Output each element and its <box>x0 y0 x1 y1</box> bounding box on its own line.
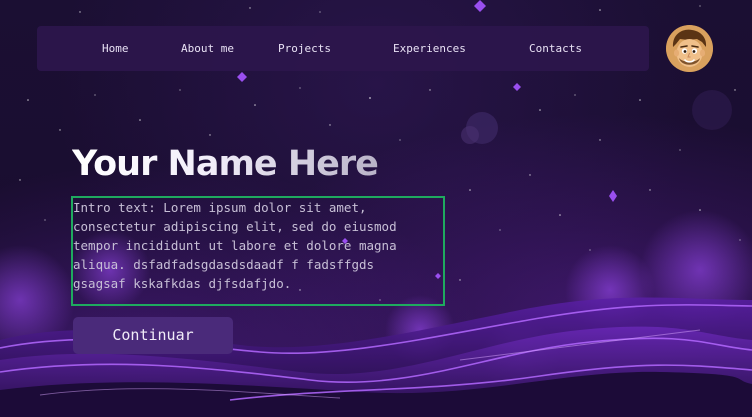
cartoon-avatar-icon <box>666 25 713 72</box>
page-title: Your Name Here <box>72 144 379 184</box>
nav-projects-link[interactable]: Projects <box>278 41 331 56</box>
nav-contacts-link[interactable]: Contacts <box>529 41 582 56</box>
nav-experiences-link[interactable]: Experiences <box>393 41 466 56</box>
page-background: Home About me Projects Experiences Conta… <box>0 0 752 417</box>
continue-button[interactable]: Continuar <box>73 317 233 354</box>
nav-about-link[interactable]: About me <box>181 41 234 56</box>
nav-home-link[interactable]: Home <box>102 41 129 56</box>
top-navbar: Home About me Projects Experiences Conta… <box>37 26 649 71</box>
intro-text: Intro text: Lorem ipsum dolor sit amet, … <box>73 200 397 291</box>
avatar[interactable] <box>666 25 713 72</box>
